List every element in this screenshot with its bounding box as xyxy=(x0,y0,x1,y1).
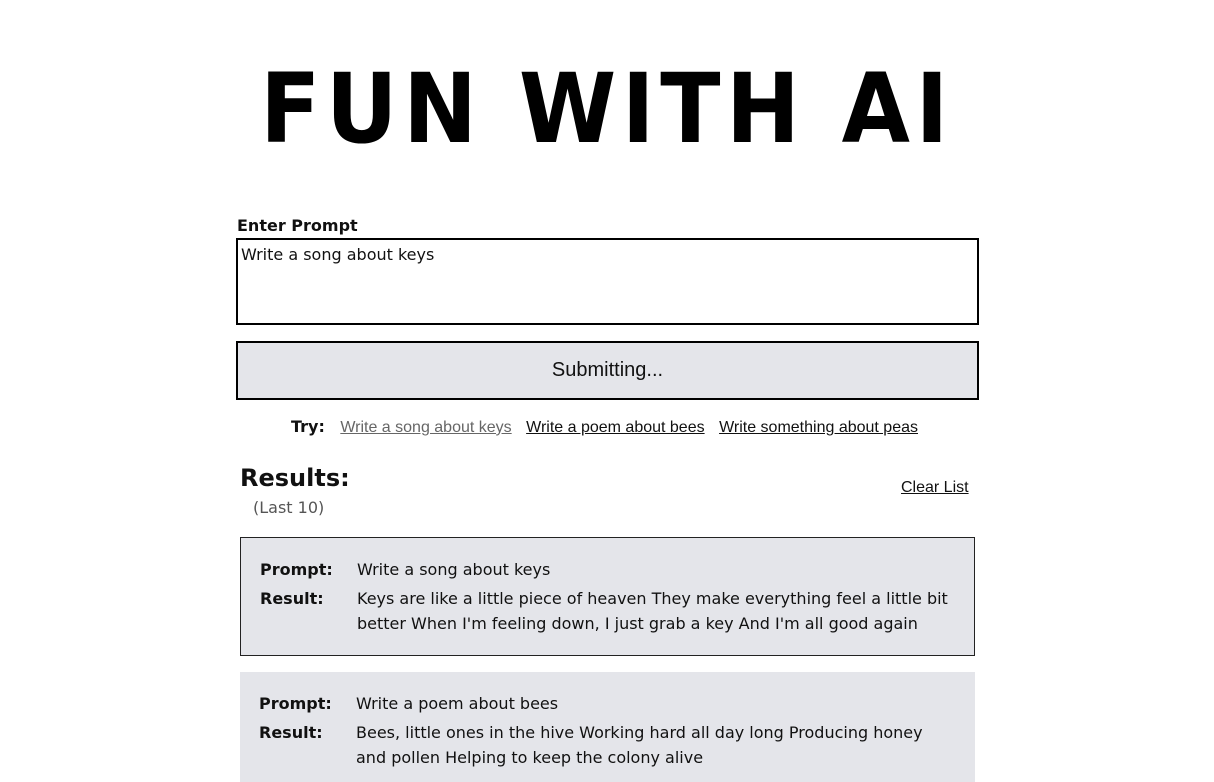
try-label: Try: xyxy=(290,417,325,436)
prompt-field-label: Prompt: xyxy=(259,694,332,713)
result-text: Bees, little ones in the hive Working ha… xyxy=(356,723,923,767)
prompt-textarea[interactable]: Write a song about keys xyxy=(236,238,979,325)
submit-button[interactable]: Submitting... xyxy=(236,341,979,400)
result-field-label: Result: xyxy=(260,589,324,608)
prompt-field-label: Prompt: xyxy=(260,560,333,579)
prompt-text: Write a song about keys xyxy=(357,560,551,579)
page-title: FUN WITH AI xyxy=(260,53,954,165)
page: FUN WITH AI Enter Prompt Write a song ab… xyxy=(0,0,1214,782)
result-card: Prompt: Write a song about keys Result: … xyxy=(240,537,975,656)
results-subheading: (Last 10) xyxy=(253,498,325,517)
try-suggestions: Try: Write a song about keys Write a poe… xyxy=(0,417,1214,437)
clear-list-link[interactable]: Clear List xyxy=(901,479,969,497)
suggestion-poem-bees-link[interactable]: Write a poem about bees xyxy=(526,419,704,436)
result-text: Keys are like a little piece of heaven T… xyxy=(357,589,948,633)
prompt-label: Enter Prompt xyxy=(237,216,358,235)
prompt-text: Write a poem about bees xyxy=(356,694,559,713)
suggestion-peas-link[interactable]: Write something about peas xyxy=(719,419,918,436)
results-heading: Results: xyxy=(240,464,350,492)
suggestion-song-keys-link[interactable]: Write a song about keys xyxy=(340,419,511,436)
result-card: Prompt: Write a poem about bees Result: … xyxy=(240,672,975,782)
result-field-label: Result: xyxy=(259,723,323,742)
